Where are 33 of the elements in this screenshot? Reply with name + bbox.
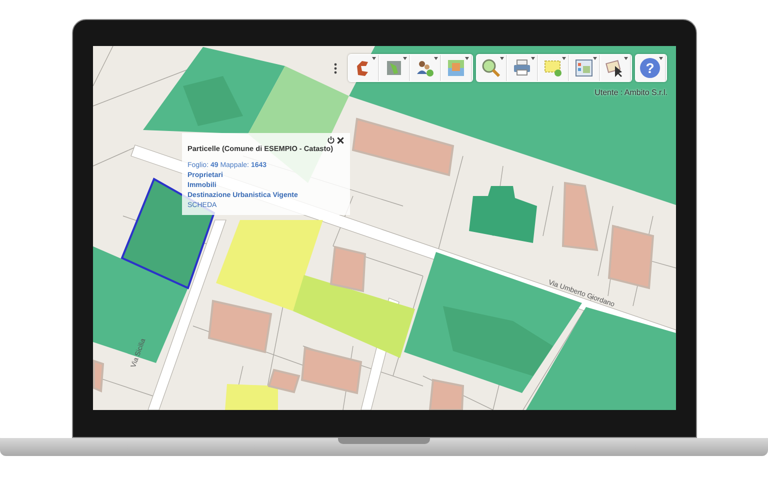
help-button[interactable]: ? — [636, 55, 666, 81]
search-icon — [481, 58, 501, 78]
building — [329, 246, 366, 292]
map-tile-icon — [446, 58, 466, 78]
caret-icon — [658, 57, 662, 60]
users-icon — [415, 58, 435, 78]
caret-icon — [562, 57, 566, 60]
caret-icon — [372, 57, 376, 60]
building — [182, 76, 242, 126]
user-label: Utente : Ambito S.r.l. — [594, 88, 668, 97]
toolbar-button[interactable] — [410, 55, 440, 81]
toolbar-button[interactable] — [600, 55, 630, 81]
building — [607, 224, 654, 290]
caret-icon — [402, 57, 406, 60]
building — [561, 182, 598, 252]
caret-icon — [530, 57, 534, 60]
building — [207, 300, 272, 354]
more-icon[interactable] — [334, 62, 336, 74]
close-icon[interactable] — [336, 136, 344, 144]
caret-icon — [500, 57, 504, 60]
cursor-icon — [605, 58, 625, 78]
map-icon — [384, 58, 404, 78]
printer-icon — [512, 58, 532, 78]
power-icon[interactable] — [326, 136, 334, 144]
building — [468, 186, 536, 243]
caret-icon — [434, 57, 438, 60]
caret-icon — [624, 57, 628, 60]
building — [92, 360, 104, 392]
legend-icon — [574, 58, 594, 78]
land-parcel — [224, 384, 278, 410]
caret-icon — [464, 57, 468, 60]
caret-icon — [592, 57, 596, 60]
area-select-icon — [543, 58, 563, 78]
